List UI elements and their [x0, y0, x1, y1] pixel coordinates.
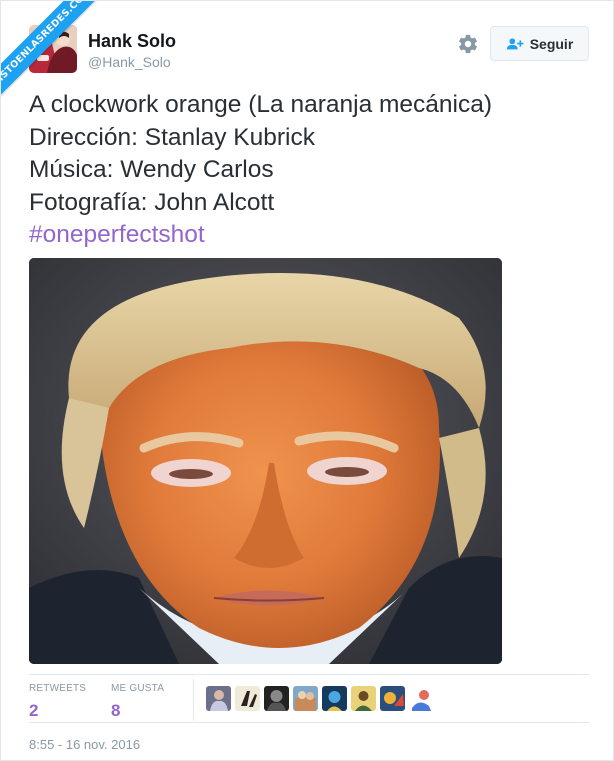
follow-label: Seguir [529, 35, 574, 52]
liker-avatar[interactable] [351, 686, 376, 711]
add-user-icon [506, 37, 524, 49]
likers-list [206, 686, 434, 711]
tweet-card: VISTOENLASREDES.COM Hank Solo @Hank_Solo… [0, 0, 614, 761]
tweet-text: A clockwork orange (La naranja mecánica)… [29, 89, 589, 252]
gear-icon[interactable] [457, 33, 479, 55]
liker-avatar[interactable] [235, 686, 260, 711]
retweets-stat[interactable]: RETWEETS 2 [29, 683, 86, 721]
hashtag-link[interactable]: #oneperfectshot [29, 219, 589, 252]
retweets-label: RETWEETS [29, 683, 87, 694]
stats-vertical-divider [193, 679, 194, 721]
likes-label: ME GUSTA [111, 683, 165, 694]
liker-avatar[interactable] [380, 686, 405, 711]
tweet-line-title: A clockwork orange (La naranja mecánica) [29, 91, 493, 118]
tweet-line-music: Música: Wendy Carlos [29, 156, 274, 183]
liker-avatar[interactable] [322, 686, 347, 711]
watermark-ribbon: VISTOENLASREDES.COM [1, 1, 111, 111]
likes-stat[interactable]: ME GUSTA 8 [111, 683, 164, 721]
stats-bottom-divider [29, 722, 589, 723]
liker-avatar[interactable] [293, 686, 318, 711]
retweets-count: 2 [29, 701, 39, 720]
follow-button[interactable]: Seguir [490, 26, 589, 61]
tweet-line-director: Dirección: Stanlay Kubrick [29, 123, 315, 151]
liker-avatar[interactable] [409, 686, 434, 711]
tweet-photo[interactable] [29, 258, 502, 664]
watermark-text: VISTOENLASREDES.COM [1, 1, 110, 106]
tweet-timestamp[interactable]: 8:55 - 16 nov. 2016 [29, 737, 140, 752]
likes-count: 8 [111, 701, 121, 720]
stats-top-divider [29, 674, 589, 675]
liker-avatar[interactable] [264, 686, 289, 711]
liker-avatar[interactable] [206, 686, 231, 711]
tweet-line-photography: Fotografía: John Alcott [29, 188, 275, 216]
photo-orange-face-icon [29, 258, 502, 664]
